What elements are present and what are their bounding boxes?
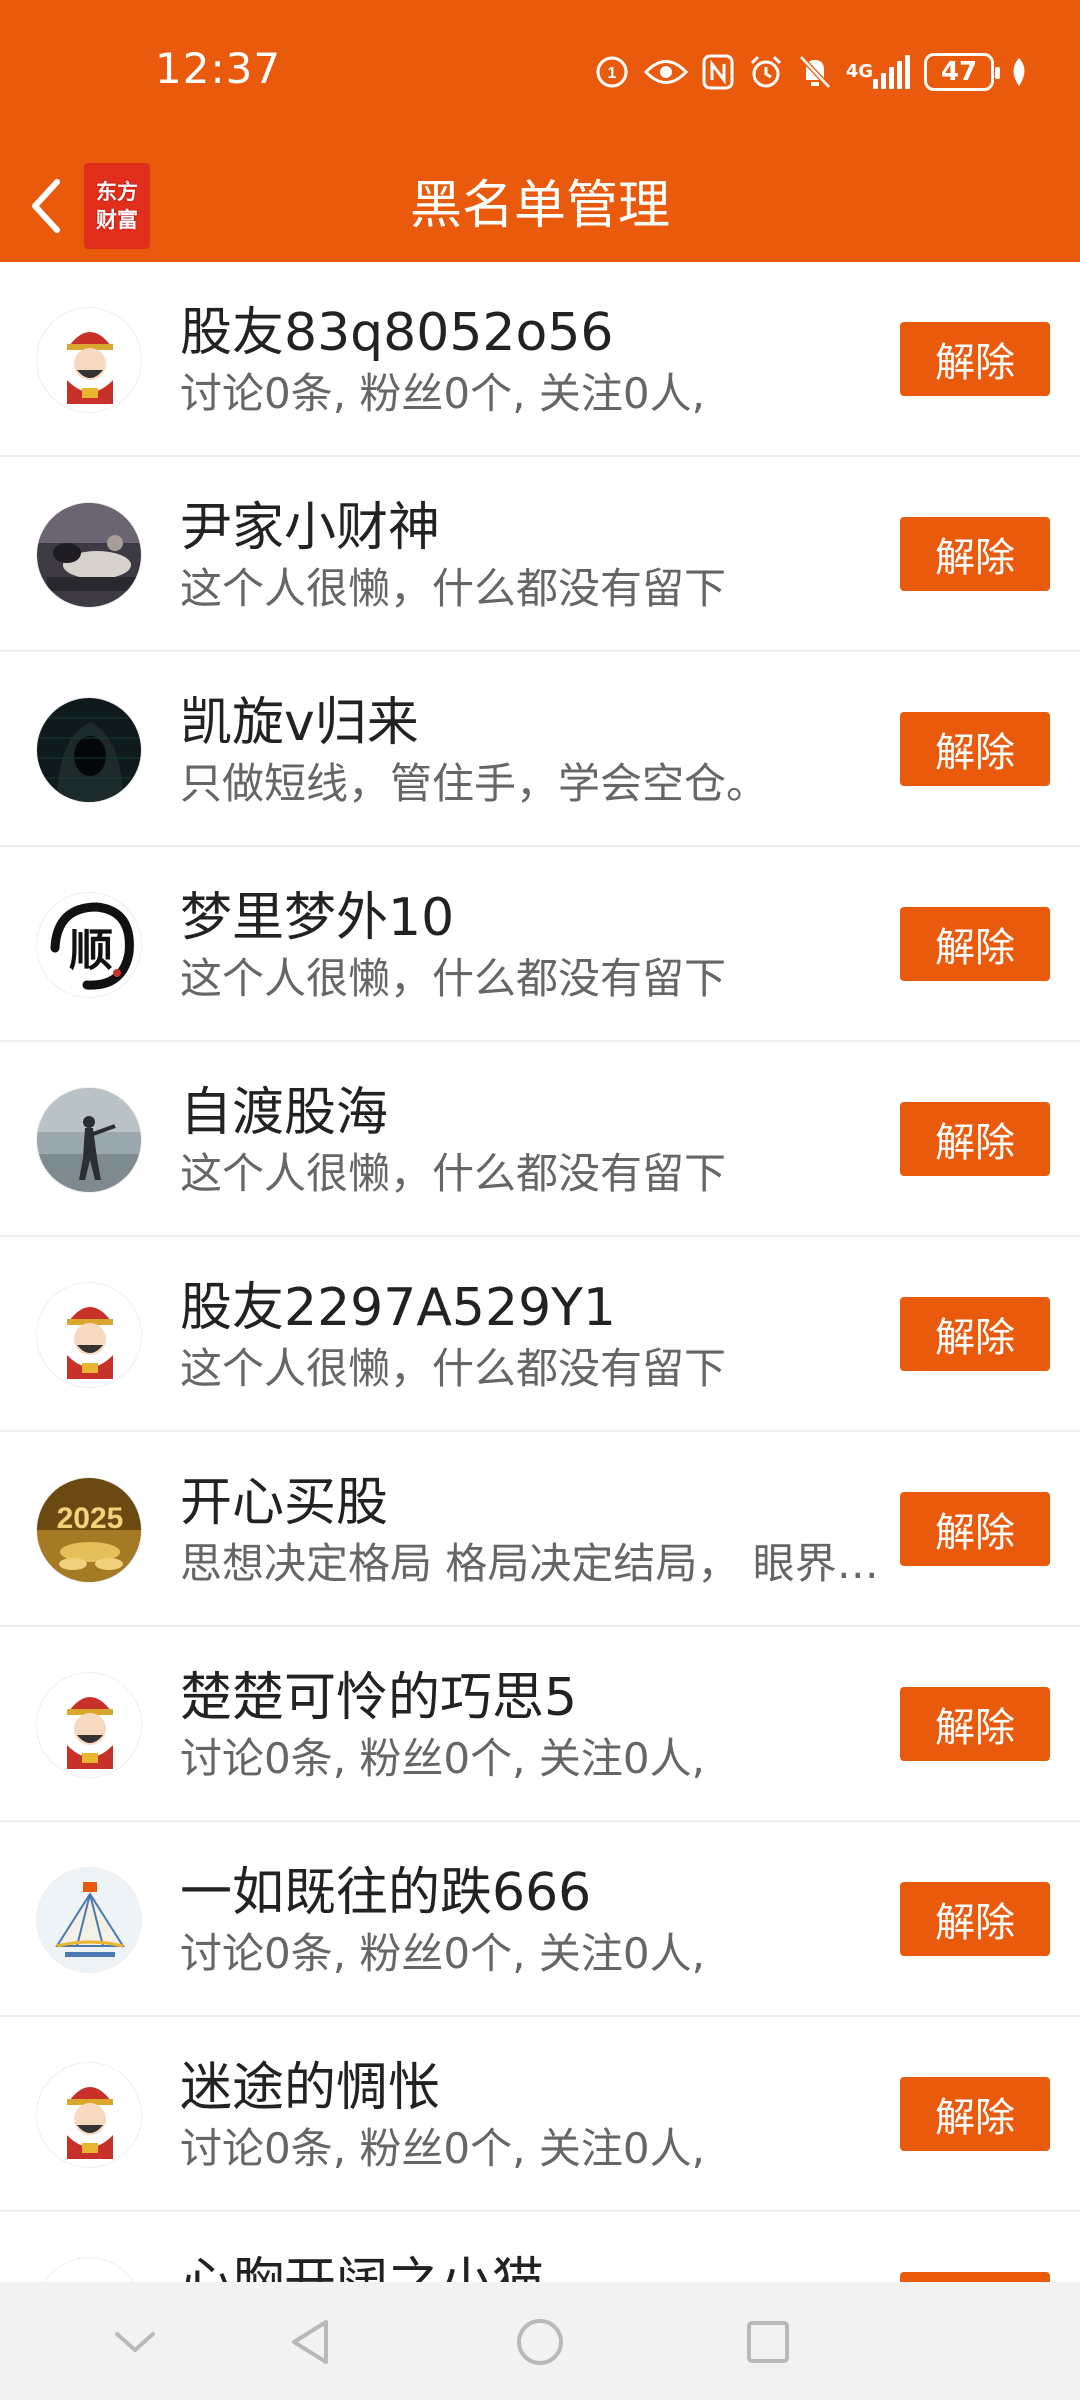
- mute-bell-icon: [798, 54, 832, 90]
- alarm-icon: [748, 54, 784, 90]
- blacklist: 股友83q8052o56 讨论0条, 粉丝0个, 关注0人, 解除 尹家小财神 …: [0, 262, 1080, 2282]
- gold-2025-avatar[interactable]: 2025: [36, 1477, 142, 1583]
- user-desc: 讨论0条, 粉丝0个, 关注0人,: [180, 369, 705, 418]
- list-item: 2025 开心买股 思想决定格局 格局决定结局， 眼界决定境界 解除: [0, 1432, 1080, 1627]
- mountain-logo-avatar[interactable]: [36, 1867, 142, 1973]
- fortune-god-avatar[interactable]: [36, 1282, 142, 1388]
- list-item: 一如既往的跌666 讨论0条, 粉丝0个, 关注0人, 解除: [0, 1822, 1080, 2017]
- unblock-button[interactable]: 解除: [900, 1102, 1050, 1176]
- system-nav-bar: [0, 2282, 1080, 2400]
- user-desc: 讨论0条, 粉丝0个, 关注0人,: [180, 1929, 705, 1978]
- status-bar: 12:37 1 4G 47: [0, 0, 1080, 140]
- user-name: 梦里梦外10: [180, 888, 455, 948]
- fortune-god-avatar[interactable]: [36, 2257, 142, 2282]
- nav-bar: 东方 财富 黑名单管理: [0, 150, 1080, 262]
- svg-text:顺: 顺: [69, 925, 113, 976]
- page-title: 黑名单管理: [409, 176, 670, 236]
- user-name: 一如既往的跌666: [180, 1863, 592, 1923]
- user-name: 股友83q8052o56: [180, 303, 614, 363]
- user-name: 楚楚可怜的巧思5: [180, 1668, 578, 1728]
- unblock-button[interactable]: 解除: [900, 1882, 1050, 1956]
- user-name: 开心买股: [180, 1473, 389, 1533]
- collapse-icon[interactable]: [105, 2312, 165, 2372]
- user-name: 自渡股海: [180, 1083, 389, 1143]
- unblock-button[interactable]: 解除: [900, 322, 1050, 396]
- back-triangle-icon[interactable]: [280, 2312, 340, 2372]
- list-item: 自渡股海 这个人很懒，什么都没有留下 解除: [0, 1042, 1080, 1237]
- user-desc: 这个人很懒，什么都没有留下: [180, 954, 727, 1003]
- nfc-icon: [702, 54, 734, 90]
- leaf-icon: [1008, 56, 1030, 88]
- list-item: 股友2297A529Y1 这个人很懒，什么都没有留下 解除: [0, 1237, 1080, 1432]
- battery-icon: 47: [924, 53, 1000, 91]
- photo-avatar[interactable]: [36, 502, 142, 608]
- user-name: 股友2297A529Y1: [180, 1278, 617, 1338]
- list-item: 顺 梦里梦外10 这个人很懒，什么都没有留下 解除: [0, 847, 1080, 1042]
- status-icons: 1 4G 47: [594, 48, 1030, 96]
- network-type: 4G: [845, 61, 873, 82]
- user-desc: 只做短线，管住手，学会空仓。: [180, 759, 769, 808]
- user-desc: 讨论0条, 粉丝0个, 关注0人,: [180, 1734, 705, 1783]
- svg-text:2025: 2025: [57, 1502, 124, 1535]
- user-name: 凯旋v归来: [180, 693, 419, 753]
- user-desc: 这个人很懒，什么都没有留下: [180, 1149, 727, 1198]
- unblock-button[interactable]: 解除: [900, 2077, 1050, 2151]
- unblock-button[interactable]: 解除: [900, 517, 1050, 591]
- user-name: 迷途的惆怅: [180, 2058, 441, 2118]
- list-item: 尹家小财神 这个人很懒，什么都没有留下 解除: [0, 457, 1080, 652]
- list-item: 楚楚可怜的巧思5 讨论0条, 粉丝0个, 关注0人, 解除: [0, 1627, 1080, 1822]
- app-notification-icon: 1: [594, 54, 630, 90]
- unblock-button[interactable]: 解除: [900, 907, 1050, 981]
- signal-icon: 4G: [846, 55, 910, 89]
- fortune-god-avatar[interactable]: [36, 1672, 142, 1778]
- list-item: 凯旋v归来 只做短线，管住手，学会空仓。 解除: [0, 652, 1080, 847]
- recents-square-icon[interactable]: [738, 2312, 798, 2372]
- calligraphy-avatar[interactable]: 顺: [36, 892, 142, 998]
- unblock-button[interactable]: 解除: [900, 1492, 1050, 1566]
- eye-icon: [643, 57, 688, 87]
- user-desc: 讨论0条, 粉丝0个, 关注0人,: [180, 2124, 705, 2173]
- hooded-figure-avatar[interactable]: [36, 697, 142, 803]
- list-item: 股友83q8052o56 讨论0条, 粉丝0个, 关注0人, 解除: [0, 262, 1080, 457]
- beach-photo-avatar[interactable]: [36, 1087, 142, 1193]
- list-item: 心胸开阔之小猫 解除: [0, 2212, 1080, 2282]
- fortune-god-avatar[interactable]: [36, 307, 142, 413]
- list-item: 迷途的惆怅 讨论0条, 粉丝0个, 关注0人, 解除: [0, 2017, 1080, 2212]
- unblock-button[interactable]: 解除: [900, 712, 1050, 786]
- home-circle-icon[interactable]: [510, 2312, 570, 2372]
- user-desc: 这个人很懒，什么都没有留下: [180, 1344, 727, 1393]
- svg-text:1: 1: [607, 65, 616, 82]
- user-desc: 思想决定格局 格局决定结局， 眼界决定境界: [180, 1539, 880, 1588]
- unblock-button[interactable]: 解除: [900, 1687, 1050, 1761]
- unblock-button[interactable]: 解除: [900, 1297, 1050, 1371]
- user-name: 尹家小财神: [180, 498, 441, 558]
- app-header: 12:37 1 4G 47 东方 财富 黑名单管理: [0, 0, 1080, 262]
- unblock-button[interactable]: 解除: [900, 2272, 1050, 2282]
- user-desc: 这个人很懒，什么都没有留下: [180, 564, 727, 613]
- status-time: 12:37: [155, 44, 282, 93]
- user-name: 心胸开阔之小猫: [180, 2248, 544, 2282]
- fortune-god-avatar[interactable]: [36, 2062, 142, 2168]
